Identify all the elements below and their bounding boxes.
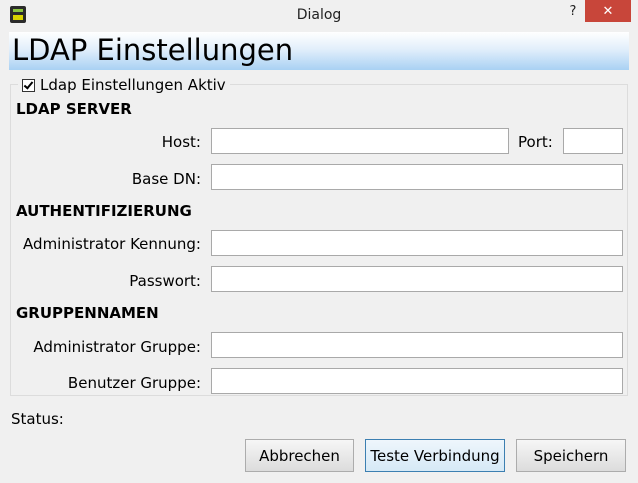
- status-label: Status:: [11, 410, 64, 428]
- admin-id-input[interactable]: [211, 230, 623, 256]
- user-group-label: Benutzer Gruppe:: [67, 374, 201, 392]
- basedn-label: Base DN:: [131, 170, 201, 188]
- password-label: Passwort:: [129, 272, 201, 290]
- section-ldap-server: LDAP SERVER: [16, 100, 132, 118]
- password-input[interactable]: [211, 266, 623, 292]
- cancel-button[interactable]: Abbrechen: [245, 439, 354, 472]
- host-input[interactable]: [211, 128, 509, 154]
- ldap-active-label: Ldap Einstellungen Aktiv: [40, 76, 226, 94]
- window-title: Dialog: [296, 7, 342, 23]
- admin-group-label: Administrator Gruppe:: [33, 338, 201, 356]
- section-group-names: GRUPPENNAMEN: [16, 304, 159, 322]
- section-authentication: AUTHENTIFIZIERUNG: [16, 202, 192, 220]
- title-bar: Dialog ? ✕: [0, 0, 638, 31]
- admin-id-label: Administrator Kennung:: [23, 235, 201, 253]
- user-group-input[interactable]: [211, 368, 623, 394]
- close-icon: ✕: [602, 3, 614, 19]
- save-button[interactable]: Speichern: [516, 439, 626, 472]
- page-title: LDAP Einstellungen: [12, 33, 294, 67]
- port-input[interactable]: [563, 128, 623, 154]
- header-banner: LDAP Einstellungen: [9, 32, 629, 70]
- basedn-input[interactable]: [211, 164, 623, 190]
- close-button[interactable]: ✕: [585, 0, 631, 22]
- ldap-active-checkbox[interactable]: [22, 78, 35, 92]
- test-connection-button[interactable]: Teste Verbindung: [365, 439, 505, 472]
- help-button[interactable]: ?: [566, 4, 580, 20]
- admin-group-input[interactable]: [211, 332, 623, 358]
- ldap-active-checkbox-row[interactable]: Ldap Einstellungen Aktiv: [18, 76, 230, 94]
- port-label: Port:: [518, 133, 553, 151]
- host-label: Host:: [161, 133, 201, 151]
